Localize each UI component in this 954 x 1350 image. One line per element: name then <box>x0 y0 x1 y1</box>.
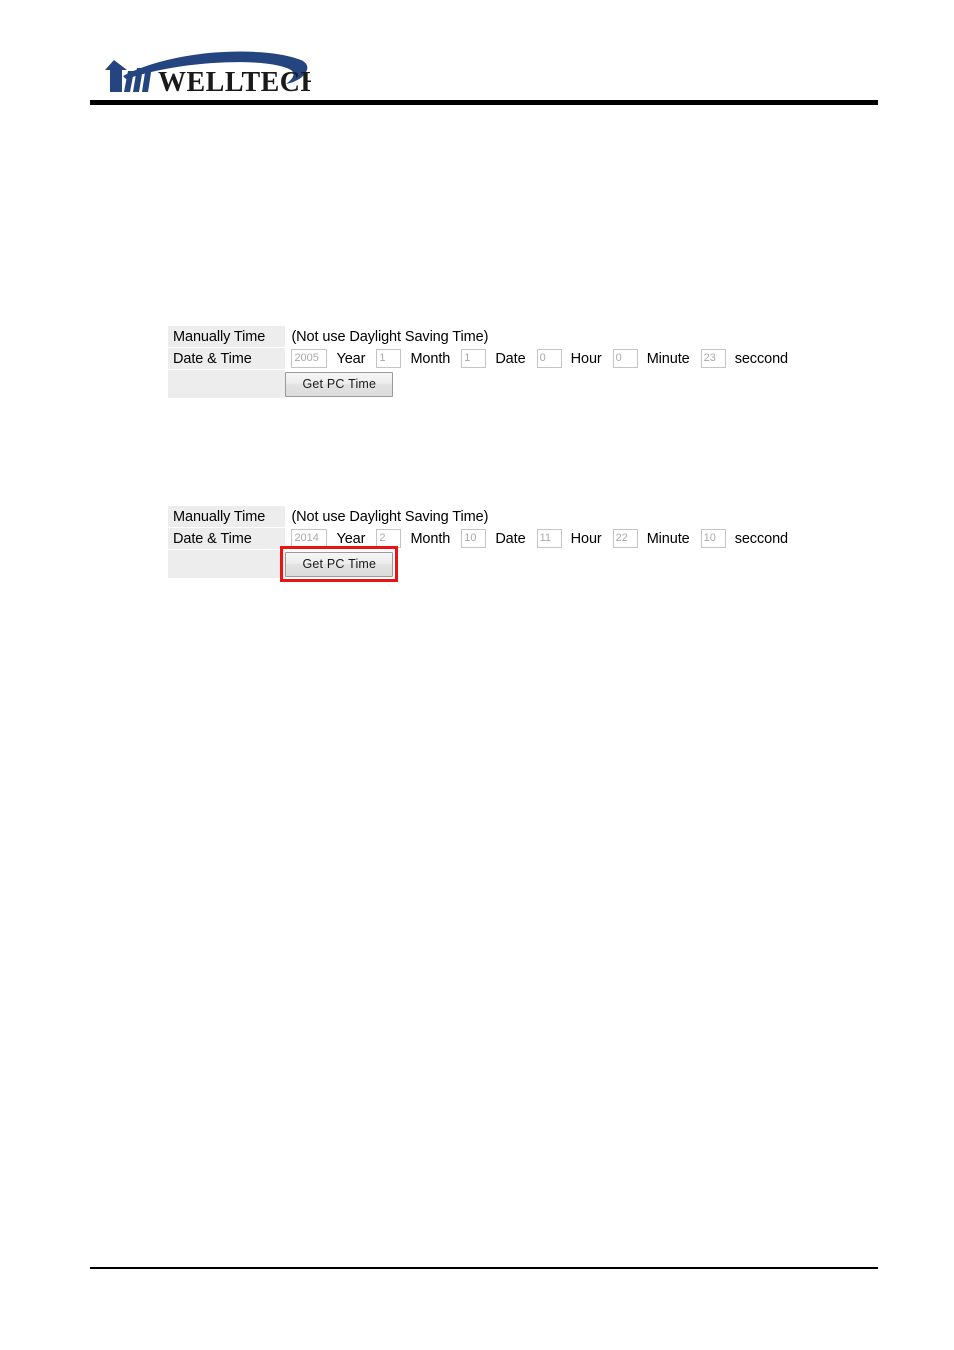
seccond-unit-label: seccond <box>734 530 788 547</box>
table-row-action: Get PC Time <box>168 370 788 398</box>
seccond-input[interactable]: 10 <box>700 529 726 548</box>
year-unit-label: Year <box>336 350 366 367</box>
welltech-logo: WELLTECH <box>96 46 311 102</box>
footer-divider-rule <box>90 1267 878 1269</box>
date-time-label: Date & Time <box>168 348 286 369</box>
year-input[interactable]: 2005 <box>291 349 328 368</box>
year-unit-label: Year <box>336 530 366 547</box>
date-time-label: Date & Time <box>168 528 286 549</box>
header-divider-rule <box>90 100 878 105</box>
table-row-manually-time: Manually Time (Not use Daylight Saving T… <box>168 326 788 347</box>
date-unit-label: Date <box>495 350 526 367</box>
manually-time-label: Manually Time <box>168 326 286 347</box>
month-unit-label: Month <box>410 350 451 367</box>
hour-unit-label: Hour <box>570 530 602 547</box>
minute-input[interactable]: 0 <box>612 349 638 368</box>
table-row-date-time: Date & Time 2014 Year 2 Month 10 Date 11… <box>168 528 788 549</box>
hour-input[interactable]: 11 <box>536 529 562 548</box>
manually-time-label: Manually Time <box>168 506 286 527</box>
empty-label-cell <box>168 370 286 398</box>
table-row-manually-time: Manually Time (Not use Daylight Saving T… <box>168 506 788 527</box>
minute-unit-label: Minute <box>646 350 690 367</box>
hour-input[interactable]: 0 <box>536 349 562 368</box>
page-header: WELLTECH <box>0 0 954 110</box>
table-row-date-time: Date & Time 2005 Year 1 Month 1 Date 0 H… <box>168 348 788 369</box>
date-input[interactable]: 10 <box>461 529 487 548</box>
date-unit-label: Date <box>495 530 526 547</box>
logo-bar-1-shape <box>124 71 134 92</box>
month-unit-label: Month <box>410 530 451 547</box>
daylight-saving-note: (Not use Daylight Saving Time) <box>291 508 489 525</box>
seccond-unit-label: seccond <box>734 350 788 367</box>
hour-unit-label: Hour <box>570 350 602 367</box>
minute-input[interactable]: 22 <box>612 529 638 548</box>
manual-time-table-before: Manually Time (Not use Daylight Saving T… <box>168 325 788 399</box>
month-input[interactable]: 2 <box>376 529 402 548</box>
manual-time-table-after: Manually Time (Not use Daylight Saving T… <box>168 505 788 582</box>
get-pc-time-button[interactable]: Get PC Time <box>285 372 394 397</box>
date-input[interactable]: 1 <box>461 349 487 368</box>
get-pc-time-button-wrapper: Get PC Time <box>285 371 394 397</box>
seccond-input[interactable]: 23 <box>700 349 726 368</box>
table-row-action: Get PC Time <box>168 546 788 582</box>
minute-unit-label: Minute <box>646 530 690 547</box>
month-input[interactable]: 1 <box>376 349 402 368</box>
empty-label-cell <box>168 550 286 578</box>
logo-wordmark: WELLTECH <box>158 67 311 98</box>
daylight-saving-note: (Not use Daylight Saving Time) <box>291 328 489 345</box>
get-pc-time-button-wrapper: Get PC Time <box>280 546 399 582</box>
year-input[interactable]: 2014 <box>291 529 328 548</box>
get-pc-time-button[interactable]: Get PC Time <box>285 552 394 577</box>
